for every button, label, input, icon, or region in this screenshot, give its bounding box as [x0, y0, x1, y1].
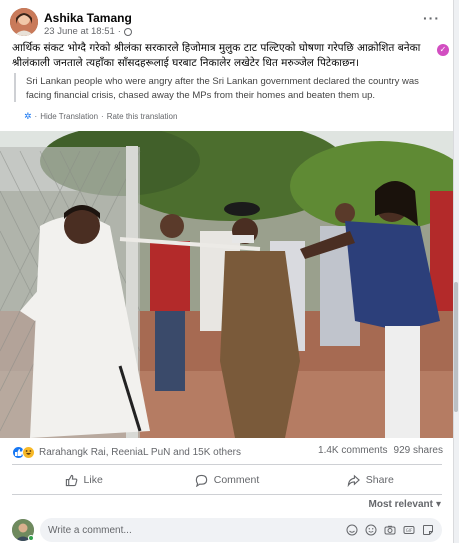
reactions-summary[interactable]: Rarahangk Rai, ReeniaL PuN and 15K other… [12, 445, 241, 459]
like-button[interactable]: Like [12, 468, 155, 492]
comment-icon [195, 474, 207, 487]
translate-gear-icon: ✲ [24, 111, 32, 121]
sort-label: Most relevant [368, 499, 433, 510]
comment-composer: GIF [12, 516, 442, 543]
translation-links: ✲ · Hide Translation · Rate this transla… [24, 111, 177, 122]
comment-tools: GIF [346, 524, 434, 536]
camera-icon[interactable] [384, 524, 396, 536]
share-button[interactable]: Share [299, 468, 442, 492]
translation-text: Sri Lankan people who were angry after t… [26, 76, 419, 101]
divider [12, 494, 442, 495]
share-label: Share [365, 474, 394, 486]
globe-icon [123, 27, 132, 36]
post-photo[interactable] [0, 131, 453, 438]
comment-sort-dropdown[interactable]: Most relevant ▾ [369, 499, 442, 510]
divider [12, 464, 442, 465]
post-header: Ashika Tamang 23 June at 18:51 · ··· [10, 8, 442, 40]
comment-input[interactable] [48, 523, 278, 537]
rate-translation-link[interactable]: Rate this translation [107, 112, 178, 121]
comment-box[interactable]: GIF [40, 518, 442, 542]
comments-count[interactable]: 1.4K comments [318, 445, 387, 456]
like-icon [65, 474, 77, 486]
share-icon [347, 474, 360, 487]
post-timestamp[interactable]: 23 June at 18:51 [44, 26, 115, 37]
link-separator: · [34, 112, 38, 121]
reactors-text[interactable]: Rarahangk Rai, ReeniaL PuN and 15K other… [39, 447, 241, 458]
post-meta: 23 June at 18:51 · [44, 26, 132, 37]
online-status-icon [28, 535, 34, 541]
post-text: आर्थिक संकट भोग्दै गरेको श्रीलंका सरकारल… [12, 42, 421, 69]
author-avatar[interactable] [10, 8, 38, 36]
emoji-icon[interactable] [365, 524, 377, 536]
comment-button[interactable]: Comment [155, 468, 298, 492]
scrollbar-thumb[interactable] [454, 282, 458, 412]
author-name[interactable]: Ashika Tamang [44, 11, 132, 25]
meta-separator: · [117, 26, 121, 37]
engagement-counts: 1.4K comments 929 shares [318, 445, 443, 456]
gif-icon[interactable]: GIF [403, 524, 415, 536]
like-label: Like [83, 474, 103, 486]
translation-block: Sri Lankan people who were angry after t… [14, 73, 444, 102]
more-options-icon[interactable]: ··· [423, 10, 440, 26]
svg-text:GIF: GIF [406, 528, 413, 533]
page-scrollbar[interactable] [454, 0, 459, 543]
post-card: Ashika Tamang 23 June at 18:51 · ··· आर्… [0, 0, 454, 543]
hide-translation-link[interactable]: Hide Translation [40, 112, 98, 121]
chevron-down-icon: ▾ [435, 499, 441, 510]
sticker-smile-icon[interactable] [422, 524, 434, 536]
link-separator: · [101, 112, 104, 121]
post-actions: Like Comment Share [12, 468, 442, 492]
verified-badge-icon: ✓ [437, 44, 449, 56]
haha-reaction-icon [22, 445, 35, 459]
comment-label: Comment [213, 474, 260, 486]
sticker-icon[interactable] [346, 524, 358, 536]
shares-count[interactable]: 929 shares [394, 445, 443, 456]
